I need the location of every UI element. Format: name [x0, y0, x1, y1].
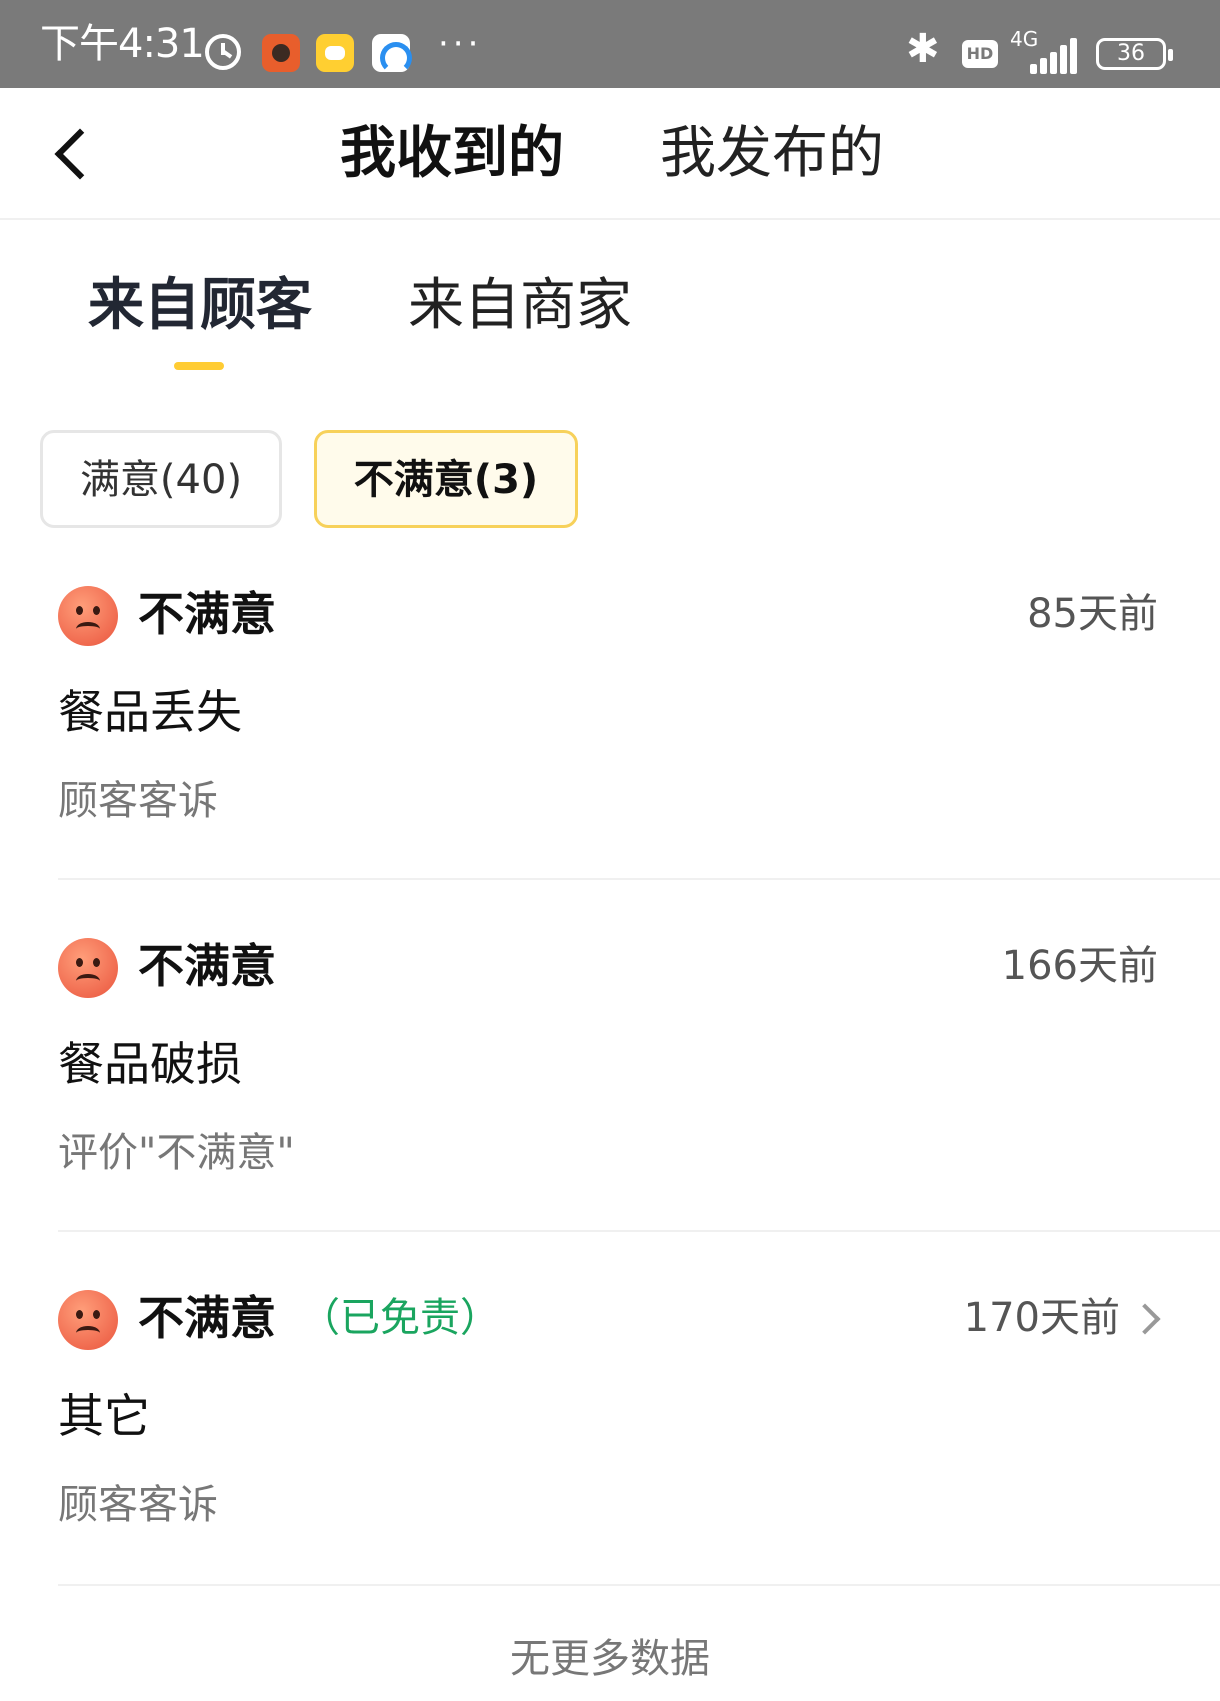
sad-face-icon	[58, 938, 118, 998]
time-ago: 166天前	[1001, 943, 1158, 989]
bluetooth-icon: ✱	[906, 26, 940, 72]
time-ago: 170天前	[963, 1295, 1120, 1341]
subtab-from-customer[interactable]: 来自顾客	[88, 274, 312, 338]
chevron-left-icon[interactable]	[48, 130, 96, 178]
exempt-badge: （已免责）	[300, 1295, 500, 1341]
review-reason: 餐品丢失	[58, 685, 242, 739]
review-reason: 餐品破损	[58, 1037, 242, 1091]
app-icon	[372, 34, 412, 74]
filter-satisfied-button[interactable]: 满意(40)	[40, 430, 282, 528]
divider	[58, 1584, 1220, 1586]
subtab-from-merchant[interactable]: 来自商家	[408, 274, 632, 338]
hd-badge: HD	[962, 40, 998, 68]
filter-unsatisfied-button[interactable]: 不满意(3)	[314, 430, 578, 528]
tab-published[interactable]: 我发布的	[660, 122, 884, 186]
rating-label: 不满意	[138, 939, 276, 993]
app-icon	[262, 34, 300, 72]
time-ago: 85天前	[1027, 591, 1158, 637]
status-bar: 下午4:31 ··· ✱ HD 4G 36	[0, 0, 1220, 88]
signal-icon	[1030, 38, 1082, 74]
review-reason: 其它	[58, 1389, 150, 1443]
review-source: 顾客客诉	[58, 778, 218, 824]
app-icon	[316, 34, 354, 72]
divider	[58, 1230, 1220, 1232]
rating-label: 不满意	[138, 1291, 276, 1345]
rating-label: 不满意	[138, 587, 276, 641]
battery-icon: 36	[1096, 38, 1173, 70]
more-notifications-icon: ···	[438, 24, 483, 64]
review-item[interactable]: 不满意 85天前 餐品丢失 顾客客诉	[0, 576, 1220, 882]
status-time: 下午4:31	[40, 21, 205, 67]
review-source: 顾客客诉	[58, 1482, 218, 1528]
top-nav: 我收到的 我发布的	[0, 88, 1220, 220]
review-source: 评价"不满意"	[58, 1130, 295, 1176]
active-tab-indicator	[174, 362, 224, 370]
review-item[interactable]: 不满意 166天前 餐品破损 评价"不满意"	[0, 928, 1220, 1234]
no-more-data-text: 无更多数据	[510, 1636, 710, 1682]
sad-face-icon	[58, 1290, 118, 1350]
tab-received[interactable]: 我收到的	[340, 122, 564, 186]
chevron-right-icon[interactable]	[1129, 1303, 1161, 1335]
alarm-icon	[205, 34, 241, 70]
review-item[interactable]: 不满意 （已免责） 170天前 其它 顾客客诉	[0, 1280, 1220, 1588]
divider	[58, 878, 1220, 880]
sad-face-icon	[58, 586, 118, 646]
